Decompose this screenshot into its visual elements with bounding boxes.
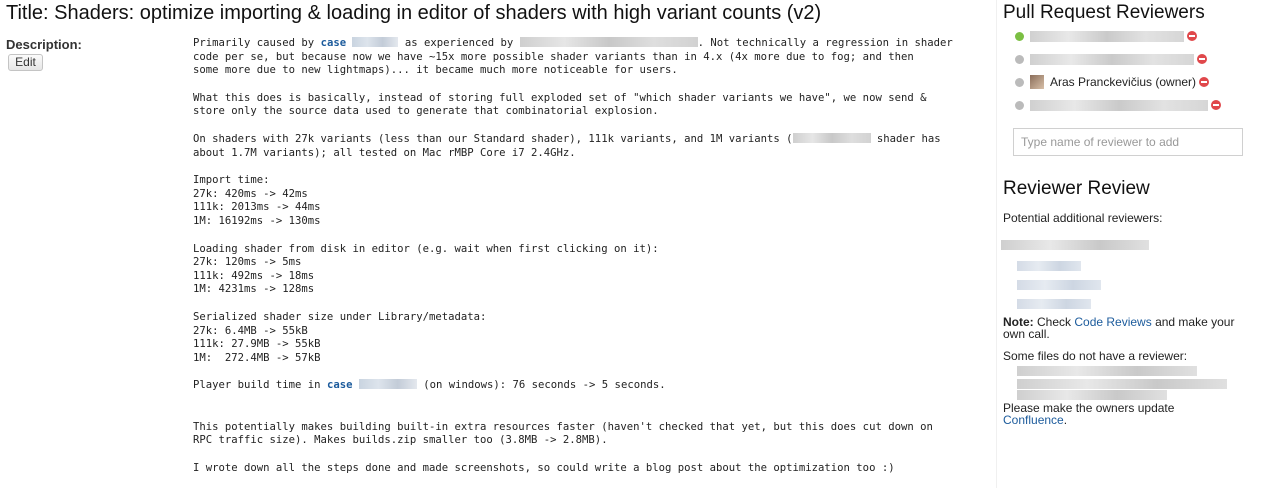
redacted-shader-name [792,132,871,143]
desc-paragraph-3: On shaders with 27k variants (less than … [193,132,941,159]
remove-reviewer-icon[interactable] [1199,77,1210,87]
status-icon [1015,100,1024,110]
redacted-case-number [358,379,417,390]
remove-reviewer-icon[interactable] [1187,31,1197,41]
reviewer-review-heading: Reviewer Review [1003,178,1150,199]
desc-serialized-size: Serialized shader size under Library/met… [193,310,487,364]
description-body: Primarily caused by case as experienced … [193,37,973,490]
desc-paragraph-1: Primarily caused by case as experienced … [193,37,953,77]
desc-build-time: Player build time in case (on windows): … [193,379,666,392]
reviewer-row [1015,97,1221,113]
owners-update-text: Please make the owners update Confluence. [1003,401,1175,427]
reviewers-heading: Pull Request Reviewers [1003,2,1205,23]
desc-loading-time: Loading shader from disk in editor (e.g.… [193,242,659,296]
desc-paragraph-8: This potentially makes building built-in… [193,420,933,447]
redacted-reviewer [1030,99,1208,111]
desc-import-time: Import time: 27k: 420ms -> 42ms 111k: 20… [193,174,321,227]
missing-reviewer-label: Some files do not have a reviewer: [1003,349,1188,363]
redacted-file-path [1017,366,1197,376]
status-online-icon [1015,31,1024,41]
redacted-potential-reviewer[interactable] [1017,261,1081,271]
remove-reviewer-icon[interactable] [1197,54,1207,64]
reviewer-row-owner: Aras Pranckevičius (owner) [1015,74,1210,90]
confluence-link[interactable]: Confluence [1003,413,1064,427]
desc-paragraph-2: What this does is basically, instead of … [193,91,927,118]
edit-description-button[interactable]: Edit [8,54,43,71]
add-reviewer-input[interactable] [1013,128,1243,156]
reviewer-row [1015,51,1207,67]
redacted-file-path [1017,379,1227,389]
avatar [1030,75,1044,89]
potential-reviewers-label: Potential additional reviewers: [1003,211,1163,225]
pr-title: Title: Shaders: optimize importing & loa… [6,2,822,24]
code-reviews-link[interactable]: Code Reviews [1074,315,1151,329]
reviewer-row [1015,28,1197,44]
case-link[interactable]: case [321,37,347,49]
redacted-potential-reviewer[interactable] [1017,299,1091,309]
redacted-case-number [352,37,399,47]
desc-paragraph-9: I wrote down all the steps done and made… [193,462,895,475]
status-icon [1015,54,1024,64]
redacted-reviewer [1030,53,1194,65]
redacted-potential-reviewer[interactable] [1017,280,1101,290]
remove-reviewer-icon[interactable] [1211,100,1221,110]
redacted-file-path [1017,390,1167,400]
redacted-customer [519,37,698,47]
sidebar: Pull Request Reviewers Aras Pranckevičiu… [996,0,1262,488]
case-link[interactable]: case [327,379,353,391]
description-label: Description: [6,37,82,52]
status-icon [1015,77,1024,87]
redacted-potential-reviewer [1001,240,1149,250]
reviewer-owner-name[interactable]: Aras Pranckevičius (owner) [1050,75,1196,89]
note-text: Note: Check Code Reviews and make your ow… [1003,315,1235,341]
redacted-reviewer [1030,30,1184,42]
